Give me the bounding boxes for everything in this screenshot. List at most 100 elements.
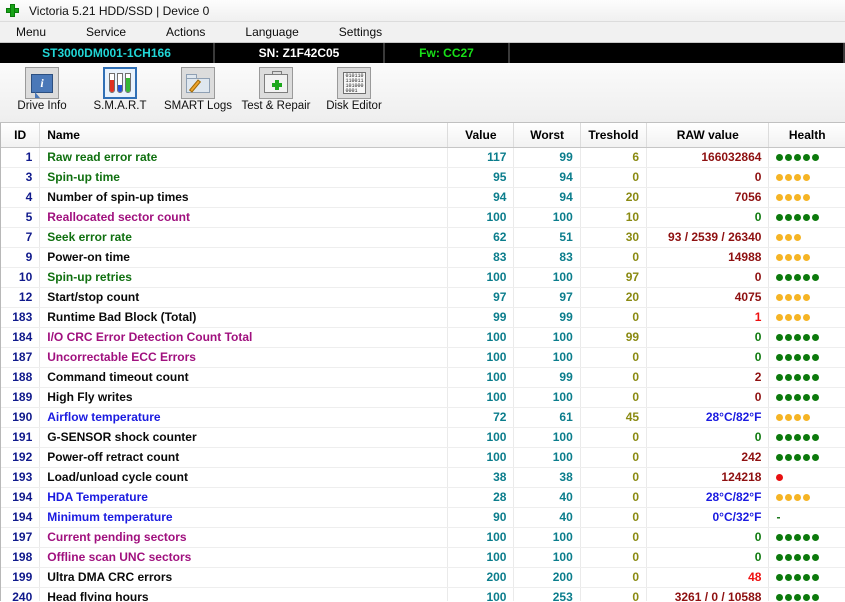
table-row[interactable]: 193 Load/unload cycle count 38 38 0 124218 [1,467,845,488]
cell-id: 5 [1,207,41,228]
toolbar-button-label: Drive Info [17,100,67,112]
cell-raw-value: 0 [646,327,770,348]
cell-health [768,407,845,428]
cell-health [768,427,845,448]
table-row[interactable]: 198 Offline scan UNC sectors 100 100 0 0 [1,547,845,568]
table-row[interactable]: 12 Start/stop count 97 97 20 4075 [1,287,845,308]
health-indicator [776,228,838,247]
cell-health [768,347,845,368]
table-row[interactable]: 194 Minimum temperature 90 40 0 0°C/32°F - [1,507,845,528]
cell-raw-value: 0 [646,387,770,408]
menu-item-language[interactable]: Language [235,23,308,41]
cell-threshold: 0 [580,387,648,408]
health-indicator [776,308,838,327]
cell-id: 188 [1,367,41,388]
cell-raw-value: 14988 [646,247,770,268]
toolbar-button-smart-logs[interactable]: SMART Logs [162,67,234,121]
table-row[interactable]: 188 Command timeout count 100 99 0 2 [1,367,845,388]
cell-threshold: 0 [580,367,648,388]
cell-id: 1 [1,147,41,168]
health-indicator [776,388,838,407]
drive-model: ST3000DM001-1CH166 [0,43,215,63]
table-row[interactable]: 190 Airflow temperature 72 61 45 28°C/82°F [1,407,845,428]
health-indicator: - [776,510,781,524]
cell-health [768,527,845,548]
table-row[interactable]: 199 Ultra DMA CRC errors 200 200 0 48 [1,567,845,588]
cell-name: Power-off retract count [39,447,449,468]
menu-item-service[interactable]: Service [76,23,136,41]
cell-threshold: 0 [580,447,648,468]
column-header-threshold[interactable]: Treshold [580,123,648,148]
column-header-value[interactable]: Value [447,123,515,148]
table-row[interactable]: 197 Current pending sectors 100 100 0 0 [1,527,845,548]
toolbar-button-disk-editor[interactable]: 010110 110011 101000 0001 Disk Editor [318,67,390,121]
cell-health [768,567,845,588]
cell-raw-value: 0 [646,547,770,568]
toolbar-button-drive-info[interactable]: i Drive Info [6,67,78,121]
cell-name: Spin-up time [39,167,449,188]
table-row[interactable]: 9 Power-on time 83 83 0 14988 [1,247,845,268]
table-row[interactable]: 189 High Fly writes 100 100 0 0 [1,387,845,408]
health-indicator [776,288,838,307]
cell-raw-value: 0 [646,167,770,188]
cell-name: Uncorrectable ECC Errors [39,347,449,368]
table-row[interactable]: 192 Power-off retract count 100 100 0 242 [1,447,845,468]
green-cross-icon [5,3,21,19]
menu-item-actions[interactable]: Actions [156,23,215,41]
table-row[interactable]: 187 Uncorrectable ECC Errors 100 100 0 0 [1,347,845,368]
toolbar-button-label: Test & Repair [241,100,311,112]
cell-raw-value: 124218 [646,467,770,488]
cell-threshold: 30 [580,227,648,248]
cell-value: 100 [447,267,515,288]
toolbar-button-label: Disk Editor [326,100,382,112]
cell-id: 240 [1,587,41,601]
cell-value: 72 [447,407,515,428]
table-row[interactable]: 1 Raw read error rate 117 99 6 166032864 [1,147,845,168]
menu-item-settings[interactable]: Settings [329,23,392,41]
column-header-id[interactable]: ID [1,123,41,148]
column-header-raw-value[interactable]: RAW value [646,123,770,148]
drive-strip-spacer [510,43,845,63]
table-row[interactable]: 7 Seek error rate 62 51 30 93 / 2539 / 26340 [1,227,845,248]
table-row[interactable]: 10 Spin-up retries 100 100 97 0 [1,267,845,288]
cell-name: Runtime Bad Block (Total) [39,307,449,328]
health-indicator [776,548,838,567]
toolbar-button-test-repair[interactable]: Test & Repair [240,67,312,121]
cell-threshold: 6 [580,147,648,168]
toolbar-button-label: SMART Logs [164,100,232,112]
table-row[interactable]: 4 Number of spin-up times 94 94 20 7056 [1,187,845,208]
table-row[interactable]: 5 Reallocated sector count 100 100 10 0 [1,207,845,228]
health-indicator [776,208,838,227]
health-indicator [776,368,838,387]
table-row[interactable]: 183 Runtime Bad Block (Total) 99 99 0 1 [1,307,845,328]
health-indicator [776,488,838,507]
menu-item-menu[interactable]: Menu [6,23,56,41]
cell-health [768,327,845,348]
cell-worst: 100 [513,267,581,288]
cell-raw-value: 93 / 2539 / 26340 [646,227,770,248]
cell-threshold: 0 [580,307,648,328]
health-indicator [776,248,838,267]
cell-id: 199 [1,567,41,588]
cell-threshold: 0 [580,347,648,368]
table-row[interactable]: 194 HDA Temperature 28 40 0 28°C/82°F [1,487,845,508]
cell-raw-value: 1 [646,307,770,328]
cell-name: G-SENSOR shock counter [39,427,449,448]
column-header-health[interactable]: Health [768,123,845,148]
cell-id: 7 [1,227,41,248]
cell-value: 100 [447,387,515,408]
toolbar-button-s-m-a-r-t[interactable]: S.M.A.R.T [84,67,156,121]
cell-threshold: 20 [580,187,648,208]
table-row[interactable]: 3 Spin-up time 95 94 0 0 [1,167,845,188]
cell-id: 184 [1,327,41,348]
table-row[interactable]: 191 G-SENSOR shock counter 100 100 0 0 [1,427,845,448]
cell-worst: 100 [513,547,581,568]
table-row[interactable]: 240 Head flying hours 100 253 0 3261 / 0 / 10… [1,587,845,601]
column-header-name[interactable]: Name [39,123,449,148]
table-row[interactable]: 184 I/O CRC Error Detection Count Total 10… [1,327,845,348]
cell-worst: 97 [513,287,581,308]
column-header-worst[interactable]: Worst [513,123,581,148]
cell-raw-value: 242 [646,447,770,468]
cell-name: HDA Temperature [39,487,449,508]
cell-worst: 38 [513,467,581,488]
